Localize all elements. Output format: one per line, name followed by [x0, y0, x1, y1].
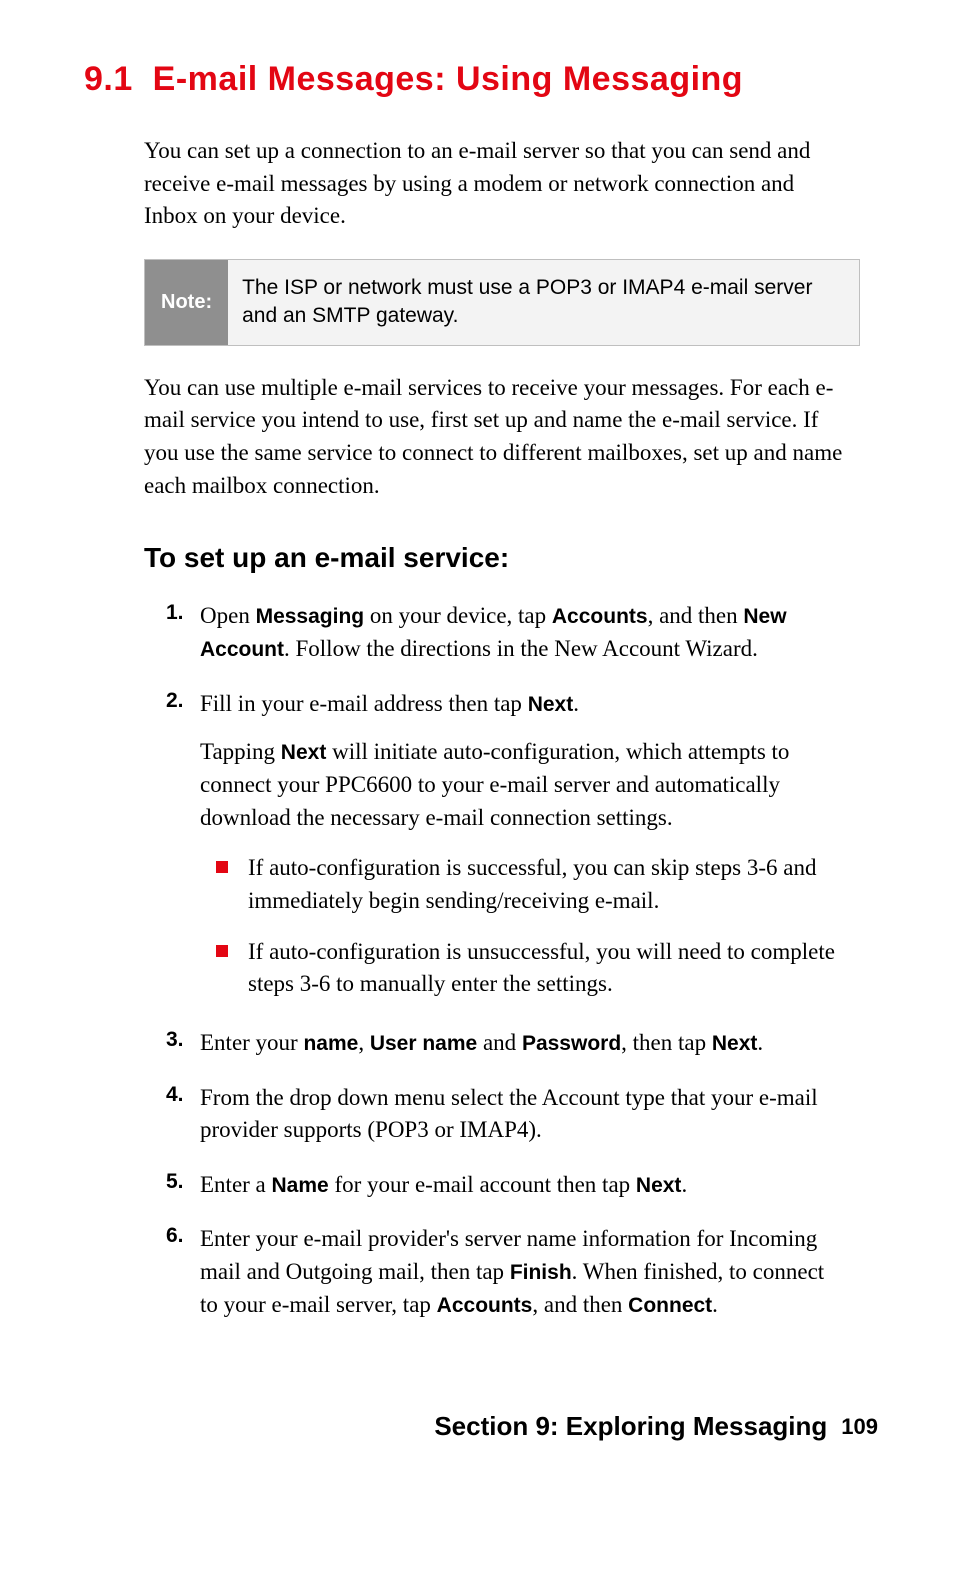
bold-finish: Finish — [510, 1261, 572, 1284]
bullet-text: If auto-configuration is successful, you… — [248, 852, 846, 917]
square-bullet-icon — [216, 945, 228, 957]
square-bullet-icon — [216, 861, 228, 873]
subheading: To set up an e-mail service: — [144, 542, 884, 574]
paragraph-2: You can use multiple e-mail services to … — [144, 372, 846, 503]
list-item: If auto-configuration is successful, you… — [216, 852, 846, 917]
step-body: Enter a Name for your e-mail account the… — [200, 1169, 846, 1202]
step-body: Fill in your e-mail address then tap Nex… — [200, 688, 846, 1005]
step-2: 2. Fill in your e-mail address then tap … — [166, 688, 846, 1005]
section-number: 9.1 — [84, 60, 133, 98]
intro-paragraph: You can set up a connection to an e-mail… — [144, 135, 846, 233]
list-item: If auto-configuration is unsuccessful, y… — [216, 936, 846, 1001]
sub-bullet-list: If auto-configuration is successful, you… — [216, 852, 846, 1001]
note-box: Note: The ISP or network must use a POP3… — [144, 259, 860, 346]
bold-accounts: Accounts — [437, 1294, 533, 1317]
step-1: 1. Open Messaging on your device, tap Ac… — [166, 600, 846, 665]
bullet-text: If auto-configuration is unsuccessful, y… — [248, 936, 846, 1001]
step-number: 5. — [166, 1169, 200, 1202]
page-number: 109 — [841, 1414, 878, 1439]
step-body: Open Messaging on your device, tap Accou… — [200, 600, 846, 665]
step-number: 6. — [166, 1223, 200, 1321]
step-number: 3. — [166, 1027, 200, 1060]
step-body: From the drop down menu select the Accou… — [200, 1082, 846, 1147]
section-heading: 9.1 E-mail Messages: Using Messaging — [84, 60, 884, 99]
step-5: 5. Enter a Name for your e-mail account … — [166, 1169, 846, 1202]
step-6: 6. Enter your e-mail provider's server n… — [166, 1223, 846, 1321]
step-body: Enter your e-mail provider's server name… — [200, 1223, 846, 1321]
step-number: 1. — [166, 600, 200, 665]
bold-next: Next — [636, 1174, 682, 1197]
bold-name: Name — [272, 1174, 329, 1197]
note-label: Note: — [145, 260, 228, 345]
step-body: Enter your name, User name and Password,… — [200, 1027, 846, 1060]
footer-section-title: Section 9: Exploring Messaging — [434, 1411, 827, 1441]
step-3: 3. Enter your name, User name and Passwo… — [166, 1027, 846, 1060]
bold-messaging: Messaging — [256, 605, 365, 628]
page-footer: Section 9: Exploring Messaging 109 — [70, 1411, 884, 1442]
bold-next: Next — [281, 741, 327, 764]
bold-connect: Connect — [628, 1294, 712, 1317]
step-4-text: From the drop down menu select the Accou… — [200, 1082, 846, 1147]
note-text: The ISP or network must use a POP3 or IM… — [228, 260, 859, 345]
step-number: 4. — [166, 1082, 200, 1147]
step-number: 2. — [166, 688, 200, 1005]
bold-accounts: Accounts — [552, 605, 648, 628]
bold-password: Password — [522, 1032, 621, 1055]
bold-name: name — [303, 1032, 358, 1055]
bold-user-name: User name — [370, 1032, 477, 1055]
step-4: 4. From the drop down menu select the Ac… — [166, 1082, 846, 1147]
bold-next: Next — [712, 1032, 758, 1055]
section-title-text: E-mail Messages: Using Messaging — [153, 60, 743, 98]
bold-next: Next — [528, 693, 574, 716]
